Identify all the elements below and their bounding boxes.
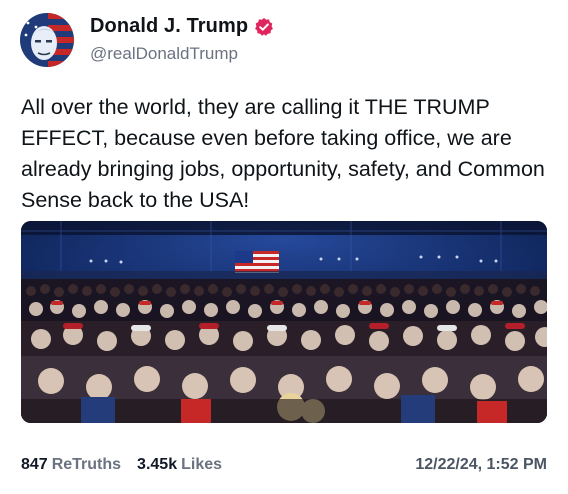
likes-count: 3.45k (137, 456, 178, 473)
portrait-flag-avatar-icon (20, 13, 74, 67)
likes-stat[interactable]: 3.45k Likes (137, 456, 222, 474)
retruths-count: 847 (21, 456, 48, 473)
retruths-label: ReTruths (51, 456, 122, 473)
post-timestamp[interactable]: 12/22/24, 1:52 PM (415, 456, 547, 474)
post-text: All over the world, they are calling it … (21, 95, 545, 212)
author-name[interactable]: Donald J. Trump (90, 15, 248, 38)
verified-badge-icon (254, 17, 274, 37)
rally-crowd-photo (21, 221, 547, 423)
retruths-stat[interactable]: 847 ReTruths (21, 456, 121, 474)
author-handle[interactable]: @realDonaldTrump (90, 44, 238, 64)
avatar[interactable] (20, 13, 74, 67)
post-stats-bar: 847 ReTruths 3.45k Likes 12/22/24, 1:52 … (21, 456, 547, 474)
post-media-photo[interactable] (21, 221, 547, 423)
likes-label: Likes (181, 456, 223, 473)
